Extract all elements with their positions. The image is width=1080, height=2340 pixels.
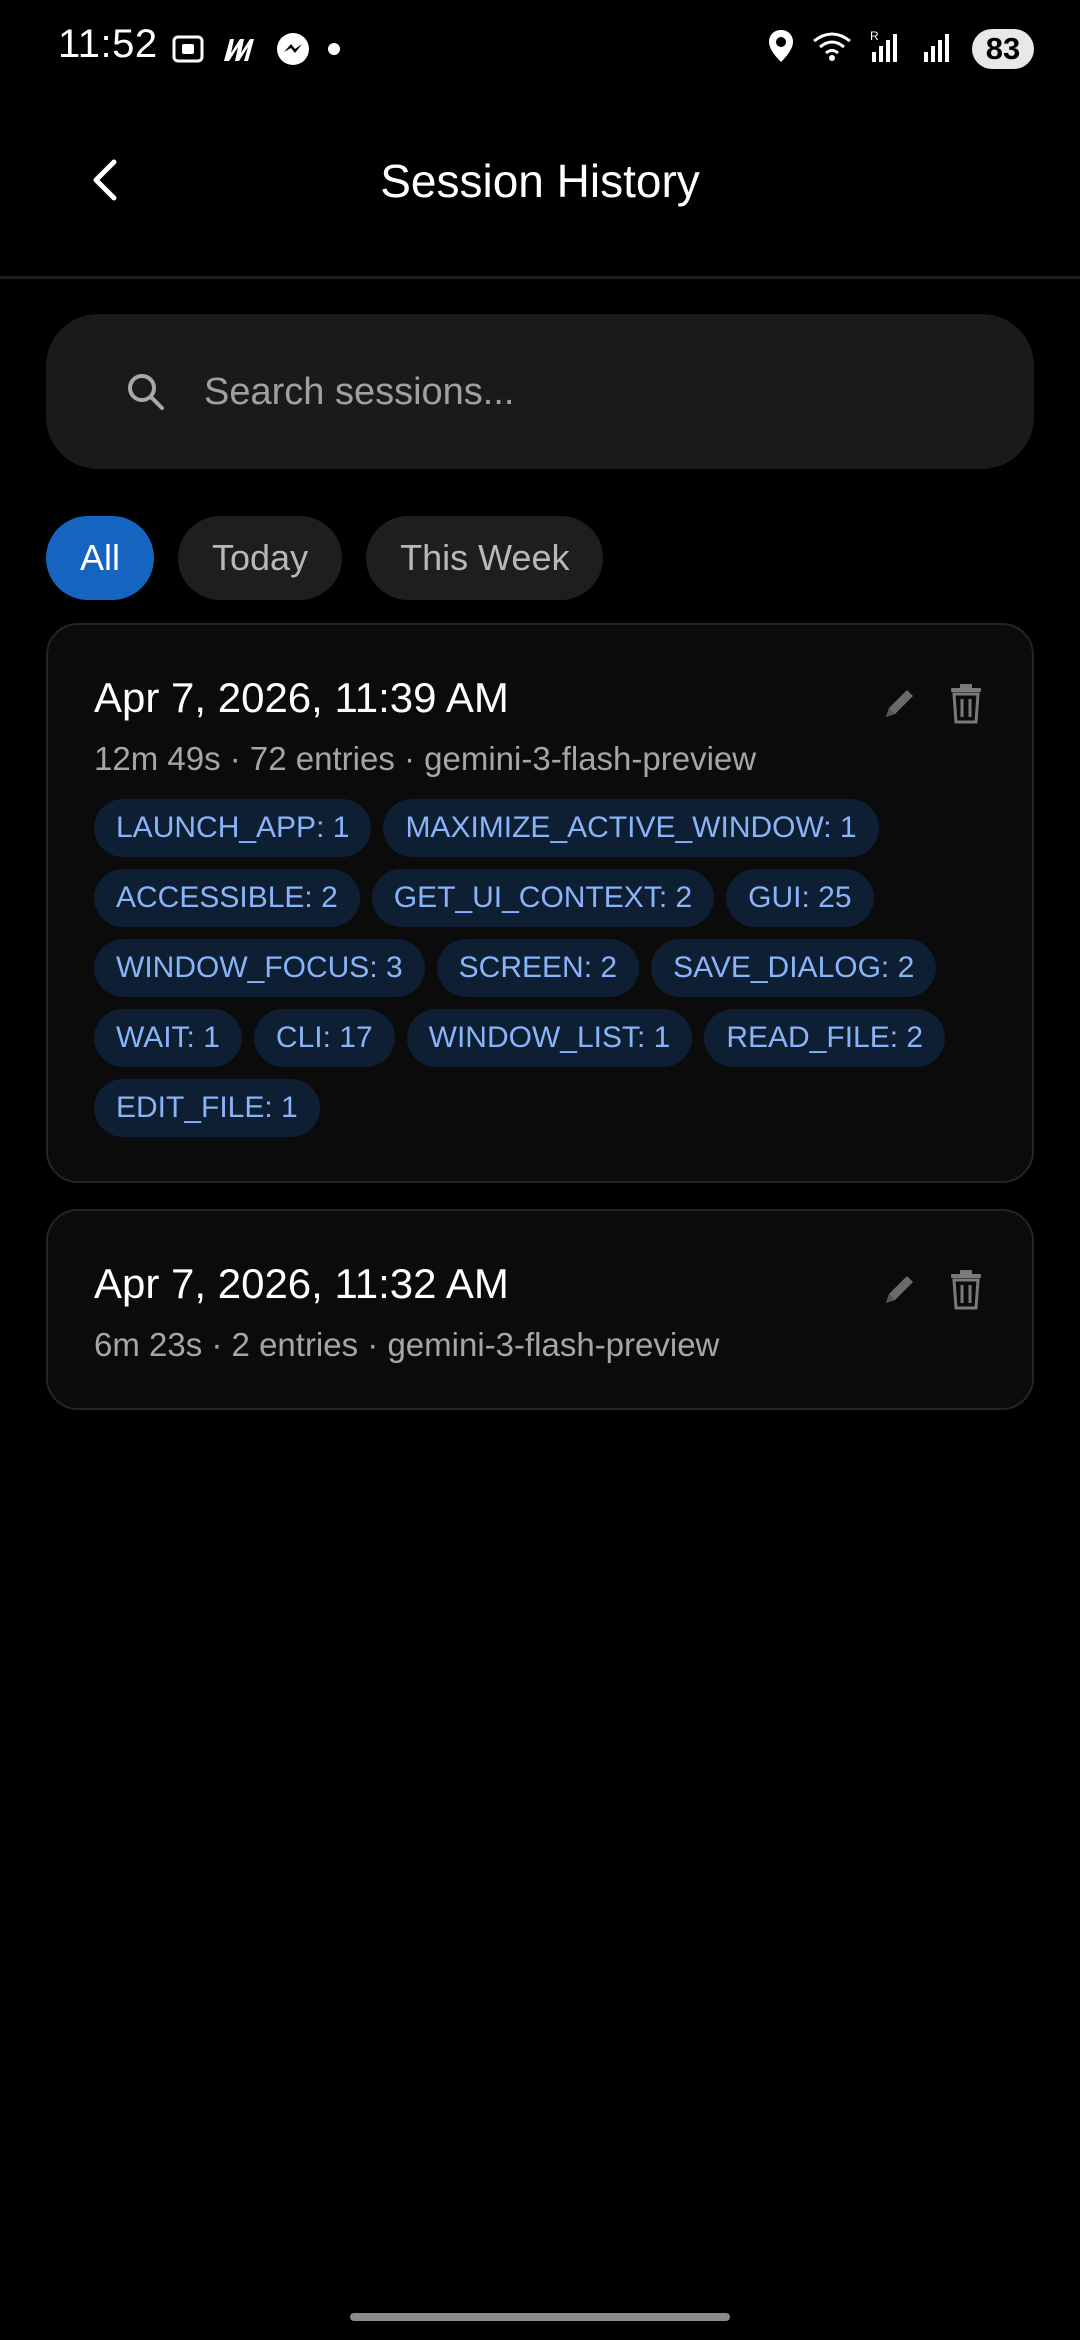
wifi-icon (812, 29, 852, 68)
status-right-icons: R 83 (766, 28, 1034, 69)
session-actions (880, 1267, 986, 1311)
session-meta: 6m 23s · 2 entries · gemini-3-flash-prev… (94, 1326, 720, 1364)
action-tag: SAVE_DIALOG: 2 (651, 939, 937, 998)
action-tag: WINDOW_FOCUS: 3 (94, 939, 425, 998)
pencil-icon (886, 1276, 913, 1304)
action-tag: READ_FILE: 2 (704, 1009, 946, 1068)
home-indicator[interactable] (350, 2313, 730, 2321)
status-time: 11:52 (58, 22, 158, 66)
trash-icon (951, 1270, 981, 1310)
session-card[interactable]: Apr 7, 2026, 11:32 AM 6m 23s · 2 entries… (46, 1209, 1034, 1410)
edit-button[interactable] (880, 681, 920, 725)
action-tag: EDIT_FILE: 1 (94, 1079, 320, 1138)
pencil-icon (886, 690, 913, 717)
action-tag: ACCESSIBLE: 2 (94, 869, 360, 928)
action-tag: GET_UI_CONTEXT: 2 (371, 869, 715, 928)
delete-button[interactable] (946, 1267, 986, 1311)
app-header: Session History (0, 100, 1080, 279)
search-icon (128, 374, 164, 410)
screenshot-icon (170, 31, 206, 72)
filter-chip-this-week[interactable]: This Week (366, 516, 604, 600)
delete-button[interactable] (946, 681, 986, 725)
action-tag: LAUNCH_APP: 1 (94, 799, 372, 858)
signal-icon (920, 28, 956, 69)
svg-text:R: R (870, 29, 879, 43)
trash-icon (951, 684, 981, 724)
session-actions (880, 681, 986, 725)
action-tag: WINDOW_LIST: 1 (406, 1009, 693, 1068)
action-tag: SCREEN: 2 (436, 939, 640, 998)
status-left-icons (170, 30, 342, 73)
action-tag: GUI: 25 (726, 869, 874, 928)
filter-chip-all[interactable]: All (46, 516, 155, 600)
session-card[interactable]: Apr 7, 2026, 11:39 AM 12m 49s · 72 entri… (46, 623, 1034, 1184)
action-tags: LAUNCH_APP: 1 MAXIMIZE_ACTIVE_WINDOW: 1 … (94, 799, 974, 1138)
session-meta: 12m 49s · 72 entries · gemini-3-flash-pr… (94, 740, 757, 777)
filter-chips: All Today This Week (46, 516, 604, 600)
action-tag: MAXIMIZE_ACTIVE_WINDOW: 1 (383, 799, 879, 858)
session-date: Apr 7, 2026, 11:39 AM (94, 674, 509, 721)
action-tag: CLI: 17 (253, 1009, 395, 1068)
m-app-icon (220, 31, 260, 72)
dot-icon (326, 41, 342, 62)
action-tag: WAIT: 1 (94, 1009, 242, 1068)
status-bar: 11:52 R 83 (0, 0, 1080, 100)
session-date: Apr 7, 2026, 11:32 AM (94, 1260, 509, 1308)
filter-chip-today[interactable]: Today (178, 516, 343, 600)
search-input[interactable] (202, 314, 986, 471)
page-title: Session History (380, 155, 700, 207)
battery-indicator: 83 (972, 28, 1034, 69)
messenger-icon (274, 30, 312, 73)
signal-r-icon: R (868, 28, 904, 69)
location-icon (766, 28, 796, 69)
search-box[interactable] (46, 314, 1034, 471)
edit-button[interactable] (880, 1267, 920, 1311)
session-list: Apr 7, 2026, 11:39 AM 12m 49s · 72 entri… (46, 623, 1034, 1410)
